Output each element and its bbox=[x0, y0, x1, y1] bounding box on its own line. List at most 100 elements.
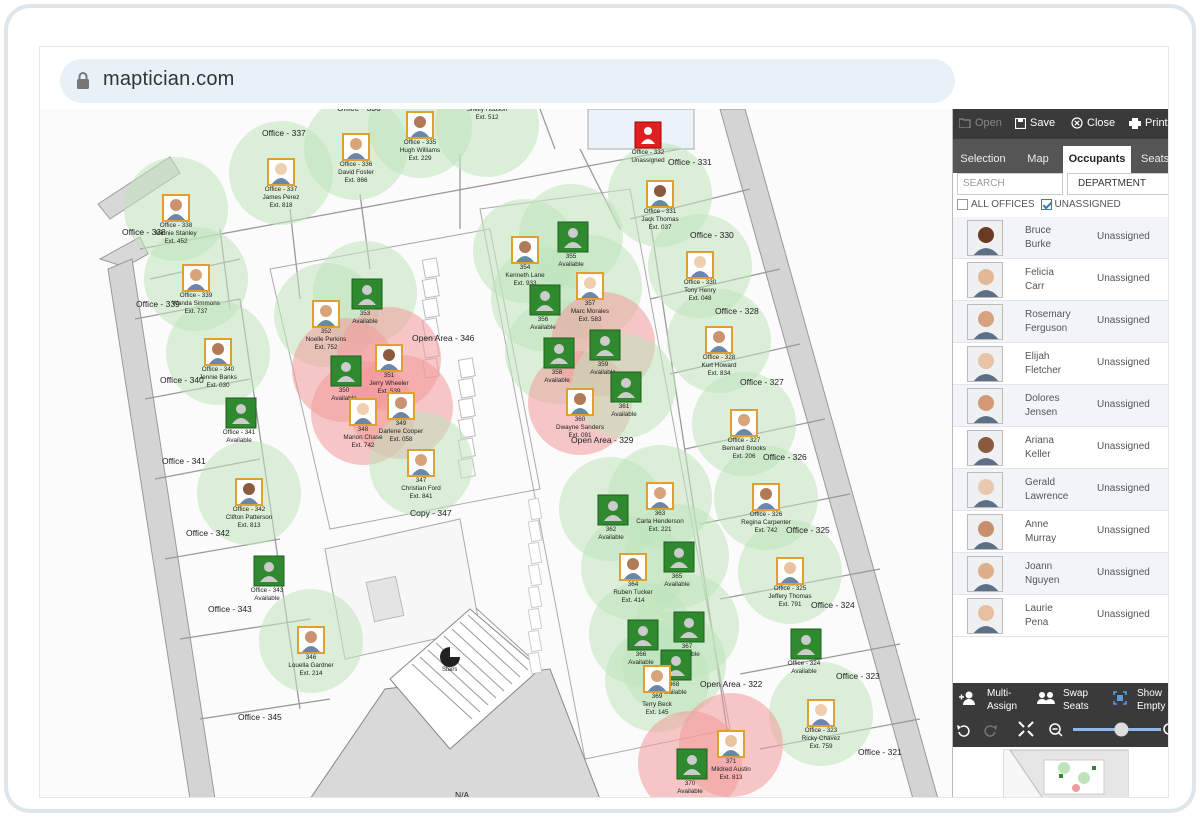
zoom-out-icon[interactable] bbox=[1049, 723, 1063, 737]
occupant-name: Bruce Burke bbox=[1025, 224, 1105, 252]
seat-label: 349 bbox=[396, 420, 407, 427]
available-seat[interactable]: 358Available bbox=[543, 337, 575, 384]
print-button[interactable]: Print bbox=[1129, 117, 1168, 129]
seat-label: Ext. 145 bbox=[645, 709, 669, 716]
first-name: Dolores bbox=[1025, 393, 1060, 404]
show-empty-button[interactable]: Show Empty bbox=[1113, 687, 1165, 713]
portrait-icon bbox=[784, 562, 796, 574]
occupant-row[interactable]: Laurie Pena Unassigned bbox=[953, 595, 1168, 637]
available-seat[interactable]: Office - 341Available bbox=[223, 397, 257, 444]
occupant-row[interactable]: Elijah Fletcher Unassigned bbox=[953, 343, 1168, 385]
seat-label: Tony Henry bbox=[684, 287, 717, 294]
save-button[interactable]: Save bbox=[1015, 117, 1055, 129]
seat-label: 356 bbox=[538, 316, 549, 323]
room-label: Office - 341 bbox=[162, 456, 206, 466]
seat-label: Ext. 813 bbox=[237, 522, 261, 529]
all-offices-checkbox[interactable]: ALL OFFICES bbox=[957, 199, 1035, 210]
available-seat[interactable]: 366Available bbox=[627, 619, 659, 666]
avatar bbox=[967, 220, 1003, 256]
close-button[interactable]: Close bbox=[1071, 117, 1115, 129]
available-seat[interactable]: 356Available bbox=[529, 284, 561, 331]
swap-seats-button[interactable]: Swap Seats bbox=[1037, 687, 1089, 713]
available-seat[interactable]: 365Available bbox=[663, 541, 695, 588]
zoom-in-icon[interactable] bbox=[1163, 723, 1168, 735]
available-seat[interactable]: 355Available bbox=[557, 221, 589, 268]
seat-label: Carla Henderson bbox=[636, 518, 684, 525]
avatar bbox=[967, 388, 1003, 424]
seat-label: Jeffery Thomas bbox=[768, 593, 811, 600]
occupant-row[interactable]: Bruce Burke Unassigned bbox=[953, 217, 1168, 259]
occupant-row[interactable]: Gerald Lawrence Unassigned bbox=[953, 469, 1168, 511]
room-label: Office - 324 bbox=[811, 600, 855, 610]
available-seat[interactable]: Office - 343Available bbox=[251, 555, 285, 602]
person-icon bbox=[264, 562, 274, 572]
seat-label: Ext. 813 bbox=[719, 774, 743, 781]
search-input[interactable]: SEARCH bbox=[957, 173, 1063, 195]
tab-seats[interactable]: Seats bbox=[1133, 146, 1168, 173]
available-seat[interactable]: Office - 324Available bbox=[788, 628, 822, 675]
seat-label: Hugh Williams bbox=[400, 147, 440, 154]
available-seat[interactable]: 362Available bbox=[597, 494, 629, 541]
lock-icon bbox=[77, 72, 89, 89]
seat-label: Ext. 834 bbox=[707, 370, 731, 377]
seat-label: Ext. 214 bbox=[299, 670, 323, 677]
multi-assign-button[interactable]: Multi- Assign bbox=[959, 687, 1017, 713]
seat-label: Available bbox=[611, 411, 637, 418]
last-name: Lawrence bbox=[1025, 491, 1069, 502]
seat-label: Office - 327 bbox=[728, 437, 761, 444]
minimap-plan bbox=[1009, 750, 1128, 797]
seat-label: Ext. 791 bbox=[778, 601, 802, 608]
occupant-row[interactable]: Joann Nguyen Unassigned bbox=[953, 553, 1168, 595]
available-seat[interactable]: 361Available bbox=[610, 371, 642, 418]
occupant-status: Unassigned bbox=[1097, 231, 1150, 242]
unassigned-seat[interactable]: Office - 332Unassigned bbox=[631, 121, 665, 164]
undo-icon[interactable] bbox=[957, 725, 970, 737]
seat-label: 359 bbox=[598, 361, 609, 368]
tab-map[interactable]: Map bbox=[1015, 146, 1061, 173]
occupant-row[interactable]: Dolores Jensen Unassigned bbox=[953, 385, 1168, 427]
available-seat[interactable]: 359Available bbox=[589, 329, 621, 376]
first-name: Bruce bbox=[1025, 225, 1052, 236]
occupant-row[interactable]: Anne Murray Unassigned bbox=[953, 511, 1168, 553]
seat-label: Available bbox=[558, 261, 584, 268]
occupant-status: Unassigned bbox=[1097, 609, 1150, 620]
address-bar[interactable]: maptician.com bbox=[60, 59, 955, 103]
floor-plan-map[interactable]: Office - 336 Office - 337 Office - 338 Offi… bbox=[40, 109, 952, 798]
first-name: Joann bbox=[1025, 561, 1053, 572]
person-icon bbox=[638, 626, 648, 636]
portrait-icon bbox=[815, 704, 827, 716]
seat-label: Office - 336 bbox=[340, 161, 373, 168]
room-label: Office - 323 bbox=[836, 671, 880, 681]
unassigned-checkbox[interactable]: UNASSIGNED bbox=[1040, 199, 1121, 210]
redo-icon[interactable] bbox=[984, 725, 997, 737]
minimap[interactable] bbox=[1003, 749, 1129, 797]
portrait-icon bbox=[275, 163, 287, 175]
fit-to-screen-icon[interactable] bbox=[1018, 721, 1034, 737]
seat-label: 370 bbox=[685, 780, 696, 787]
occupied-seat[interactable]: 369Terry BeckExt. 145 bbox=[642, 665, 673, 716]
occupant-row[interactable]: Ariana Keller Unassigned bbox=[953, 427, 1168, 469]
tab-occupants[interactable]: Occupants bbox=[1063, 146, 1131, 173]
portrait-icon bbox=[212, 343, 224, 355]
portrait-icon bbox=[243, 483, 255, 495]
occupant-row[interactable]: Rosemary Ferguson Unassigned bbox=[953, 301, 1168, 343]
occupant-row[interactable]: Felicia Carr Unassigned bbox=[953, 259, 1168, 301]
open-button[interactable]: Open bbox=[959, 117, 1002, 129]
seat-label: Office - 335 bbox=[404, 139, 437, 146]
tab-selection[interactable]: Selection bbox=[953, 146, 1013, 173]
available-seat[interactable]: 353Available bbox=[351, 278, 383, 325]
seat-label: Clifton Patterson bbox=[226, 514, 273, 521]
person-icon bbox=[684, 618, 694, 628]
seat-label: Office - 338 bbox=[160, 222, 193, 229]
seat-label: 365 bbox=[672, 573, 683, 580]
person-icon bbox=[671, 656, 681, 666]
department-select[interactable]: DEPARTMENT bbox=[1067, 173, 1168, 195]
seat-label: 352 bbox=[321, 328, 332, 335]
available-seat[interactable]: 370Available bbox=[676, 748, 708, 795]
zoom-slider-handle[interactable] bbox=[1114, 722, 1129, 737]
available-seat[interactable]: 350Available bbox=[330, 355, 362, 402]
seat-label: Marc Morales bbox=[571, 308, 609, 315]
floor-plan-canvas[interactable]: Office - 336 Office - 337 Office - 338 Offi… bbox=[40, 109, 952, 798]
occupant-name: Felicia Carr bbox=[1025, 266, 1105, 294]
seat-label: 371 bbox=[726, 758, 737, 765]
